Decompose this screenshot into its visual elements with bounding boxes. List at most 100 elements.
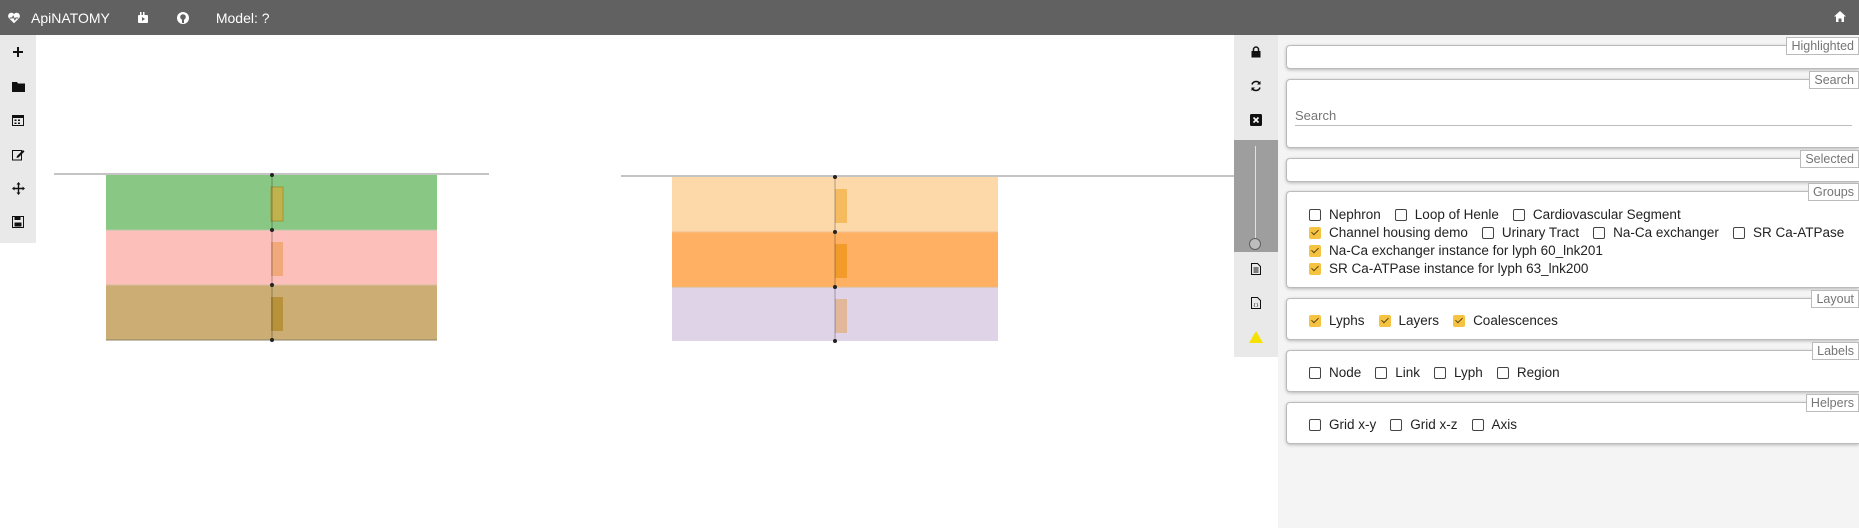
json-file-icon[interactable]: {} [1234, 286, 1278, 320]
node-right-4[interactable] [833, 339, 837, 343]
labels-checkbox-lyph[interactable]: Lyph [1434, 365, 1483, 380]
labels-checkbox-node[interactable]: Node [1309, 365, 1361, 380]
checkbox-box[interactable] [1471, 418, 1484, 431]
scene-view [54, 173, 1234, 343]
checkbox-box[interactable] [1390, 418, 1403, 431]
checkbox-label: Node [1329, 365, 1362, 380]
labels-checkbox-region[interactable]: Region [1496, 365, 1560, 380]
selected-legend: Selected [1800, 150, 1859, 168]
lock-icon[interactable] [1234, 35, 1278, 69]
channel-right-middle[interactable] [835, 244, 847, 278]
close-icon[interactable] [1234, 103, 1278, 137]
github-icon[interactable] [176, 11, 190, 25]
layout-checkbox-lyphs[interactable]: Lyphs [1309, 313, 1365, 328]
group-checkbox-channel-housing-demo[interactable]: Channel housing demo [1309, 225, 1468, 240]
checkbox-label: Lyph [1454, 365, 1483, 380]
checkbox-box[interactable] [1512, 208, 1525, 221]
helpers-checkbox-grid-xz[interactable]: Grid x-z [1390, 417, 1458, 432]
right-toolbar: {} [1234, 35, 1278, 357]
checkbox-box[interactable] [1434, 366, 1447, 379]
checkbox-box[interactable] [1309, 244, 1321, 257]
checkbox-label: Grid x-y [1329, 417, 1377, 432]
node-left-2[interactable] [270, 228, 274, 232]
group-checkbox-na-ca-exchanger-instance[interactable]: Na-Ca exchanger instance for lyph 60_lnk… [1309, 243, 1603, 258]
groups-row-3: Na-Ca exchanger instance for lyph 60_lnk… [1309, 243, 1617, 258]
checkbox-label: Grid x-z [1410, 417, 1458, 432]
layout-fieldset: Layout Lyphs Layers Coalescences [1286, 290, 1859, 340]
plus-icon[interactable] [0, 35, 36, 69]
group-checkbox-nephron[interactable]: Nephron [1309, 207, 1381, 222]
checkbox-label: Axis [1491, 417, 1518, 432]
groups-fieldset: Groups Nephron Loop of Henle Cardiovascu… [1286, 183, 1859, 288]
checkbox-box[interactable] [1593, 226, 1606, 239]
checkbox-box[interactable] [1378, 314, 1391, 327]
channel-left-bottom[interactable] [271, 297, 283, 331]
channel-left-top[interactable] [270, 186, 284, 222]
calendar-icon[interactable] [0, 103, 36, 137]
checkbox-box[interactable] [1394, 208, 1407, 221]
group-checkbox-loop-of-henle[interactable]: Loop of Henle [1394, 207, 1499, 222]
node-left-3[interactable] [270, 283, 274, 287]
checkbox-label: Loop of Henle [1414, 207, 1499, 222]
checkbox-box[interactable] [1309, 366, 1321, 379]
zoom-slider-handle[interactable] [1249, 238, 1261, 250]
file-icon[interactable] [1234, 252, 1278, 286]
group-checkbox-na-ca-exchanger[interactable]: Na-Ca exchanger [1593, 225, 1719, 240]
checkbox-label: Na-Ca exchanger [1613, 225, 1719, 240]
folder-icon[interactable] [0, 69, 36, 103]
zoom-slider[interactable] [1234, 140, 1278, 252]
search-fieldset: Search [1286, 71, 1859, 148]
highlighted-legend: Highlighted [1786, 37, 1859, 55]
youtube-icon[interactable] [136, 11, 150, 25]
checkbox-label: Channel housing demo [1329, 225, 1468, 240]
helpers-fieldset: Helpers Grid x-y Grid x-z Axis [1286, 394, 1859, 444]
node-right-1[interactable] [833, 175, 837, 179]
group-checkbox-sr-ca-atpase-instance[interactable]: SR Ca-ATPase instance for lyph 63_lnk200 [1309, 261, 1588, 276]
checkbox-box[interactable] [1481, 226, 1494, 239]
control-panel: Highlighted Search Selected Groups Nephr… [1278, 35, 1859, 528]
node-right-2[interactable] [833, 230, 837, 234]
checkbox-box[interactable] [1496, 366, 1509, 379]
checkbox-box[interactable] [1309, 208, 1321, 221]
checkbox-box[interactable] [1732, 226, 1745, 239]
group-checkbox-urinary-tract[interactable]: Urinary Tract [1481, 225, 1579, 240]
groups-row-1: Nephron Loop of Henle Cardiovascular Seg… [1309, 207, 1695, 222]
checkbox-label: Cardiovascular Segment [1532, 207, 1681, 222]
left-toolbar [0, 35, 36, 243]
svg-text:{}: {} [1253, 303, 1259, 309]
node-left-4[interactable] [270, 338, 274, 342]
checkbox-box[interactable] [1453, 314, 1466, 327]
helpers-checkbox-axis[interactable]: Axis [1471, 417, 1518, 432]
channel-right-bottom[interactable] [835, 299, 847, 333]
refresh-icon[interactable] [1234, 69, 1278, 103]
channel-left-middle[interactable] [271, 242, 283, 276]
warning-icon[interactable] [1234, 320, 1278, 354]
move-icon[interactable] [0, 171, 36, 205]
helpers-checkbox-grid-xy[interactable]: Grid x-y [1309, 417, 1376, 432]
group-checkbox-cardiovascular-segment[interactable]: Cardiovascular Segment [1512, 207, 1681, 222]
checkbox-box[interactable] [1309, 262, 1321, 275]
labels-checkbox-link[interactable]: Link [1375, 365, 1420, 380]
checkbox-label: Nephron [1329, 207, 1381, 222]
save-icon[interactable] [0, 205, 36, 239]
layout-checkbox-coalescences[interactable]: Coalescences [1453, 313, 1558, 328]
helpers-legend: Helpers [1805, 394, 1859, 412]
channel-right-top[interactable] [835, 189, 847, 223]
brand[interactable]: ApiNATOMY [7, 10, 110, 26]
checkbox-box[interactable] [1309, 226, 1321, 239]
labels-fieldset: Labels Node Link Lyph Region [1286, 342, 1859, 392]
home-icon[interactable] [1833, 10, 1847, 26]
checkbox-label: Lyphs [1329, 313, 1365, 328]
edit-icon[interactable] [0, 137, 36, 171]
checkbox-box[interactable] [1375, 366, 1388, 379]
checkbox-box[interactable] [1309, 314, 1321, 327]
search-input[interactable] [1295, 106, 1852, 126]
node-left-1[interactable] [270, 173, 274, 177]
zoom-slider-track [1255, 146, 1256, 238]
checkbox-box[interactable] [1309, 418, 1321, 431]
checkbox-label: Link [1395, 365, 1421, 380]
group-checkbox-sr-ca-atpase[interactable]: SR Ca-ATPase [1732, 225, 1844, 240]
scene-canvas[interactable] [36, 35, 1234, 528]
node-right-3[interactable] [833, 285, 837, 289]
layout-checkbox-layers[interactable]: Layers [1378, 313, 1439, 328]
